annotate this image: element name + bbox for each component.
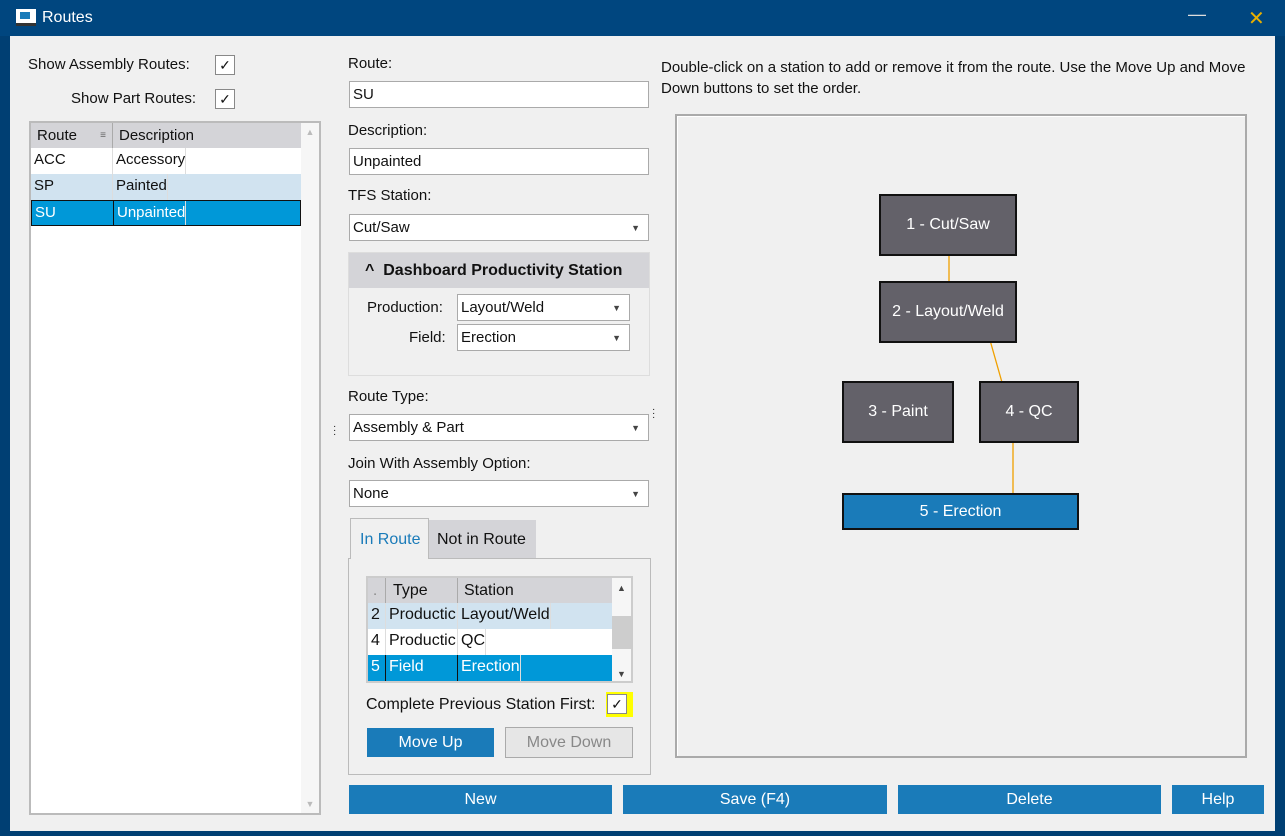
route-input[interactable]: SU [349,81,649,108]
route-cell: SU [32,201,114,225]
move-up-button[interactable]: Move Up [367,728,494,757]
route-type-select[interactable]: Assembly & Part ▼ [349,414,649,441]
minimize-button[interactable]: — [1188,4,1206,25]
app-icon [16,9,36,26]
window-title: Routes [42,9,93,26]
type-cell: Productic [386,603,458,629]
chevron-down-icon: ▼ [631,489,640,499]
show-part-label: Show Part Routes: [71,90,197,107]
save-button[interactable]: Save (F4) [623,785,887,814]
station-node-layout-weld[interactable]: 2 - Layout/Weld [879,281,1017,343]
splitter-handle-right[interactable]: · · · [652,405,655,423]
column-header-description[interactable]: Description [113,123,194,148]
type-cell: Productic [386,629,458,655]
complete-prev-checkbox[interactable]: ✓ [607,694,627,714]
description-cell: Unpainted [114,201,187,225]
description-input[interactable]: Unpainted [349,148,649,175]
chevron-up-icon: ^ [365,262,375,279]
sort-icon: ≡ [100,130,106,141]
route-diagram-canvas[interactable]: 1 - Cut/Saw 2 - Layout/Weld 3 - Paint 4 … [675,114,1247,758]
route-label: Route: [348,55,393,72]
table-row[interactable]: SP Painted [31,174,301,200]
show-assembly-label: Show Assembly Routes: [28,56,190,73]
move-down-button[interactable]: Move Down [505,727,633,758]
station-node-erection[interactable]: 5 - Erection [842,493,1079,530]
tfs-station-value: Cut/Saw [353,219,410,236]
column-header-type[interactable]: Type [386,578,458,603]
tfs-station-select[interactable]: Cut/Saw ▼ [349,214,649,241]
table-row-selected[interactable]: SU Unpainted [31,200,301,226]
description-cell: Painted [113,174,168,200]
station-cell: QC [458,629,486,655]
table-row[interactable]: 2 Productic Layout/Weld [368,603,612,629]
complete-prev-label: Complete Previous Station First: [366,696,596,713]
in-route-table: . Type Station 2 Productic Layout/Weld 4 Pr… [366,576,633,683]
station-node-qc[interactable]: 4 - QC [979,381,1079,443]
type-cell: Field [386,655,458,681]
tfs-station-label: TFS Station: [348,187,432,204]
routes-table: Route ≡ Description ACC Accessory SP Painte… [29,121,321,815]
route-cell: ACC [31,148,113,174]
order-cell: 2 [368,603,386,629]
table-row-selected[interactable]: 5 Field Erection [368,655,612,681]
order-cell: 5 [368,655,386,681]
field-select[interactable]: Erection ▼ [457,324,630,351]
routes-table-header: Route ≡ Description [31,123,301,148]
order-cell: 4 [368,629,386,655]
column-header-order[interactable]: . [368,578,386,603]
column-header-route[interactable]: Route ≡ [31,123,113,148]
chevron-down-icon: ▼ [631,223,640,233]
production-label: Production: [367,299,443,316]
production-value: Layout/Weld [461,299,545,316]
route-cell: SP [31,174,113,200]
close-button[interactable]: ✕ [1248,6,1265,31]
tab-not-in-route[interactable]: Not in Route [429,520,536,558]
station-node-paint[interactable]: 3 - Paint [842,381,954,443]
route-type-value: Assembly & Part [353,419,464,436]
description-label: Description: [348,122,428,139]
dashboard-title: Dashboard Productivity Station [383,262,623,279]
show-assembly-checkbox[interactable]: ✓ [215,55,235,75]
production-select[interactable]: Layout/Weld ▼ [457,294,630,321]
field-value: Erection [461,329,517,346]
show-part-checkbox[interactable]: ✓ [215,89,235,109]
delete-button[interactable]: Delete [898,785,1161,814]
title-bar: Routes — ✕ [0,0,1285,36]
table-row[interactable]: 4 Productic QC [368,629,612,655]
tab-in-route[interactable]: In Route [350,518,429,559]
route-header-label: Route [37,127,78,144]
chevron-down-icon: ▼ [631,423,640,433]
chevron-down-icon: ▼ [612,333,621,343]
dashboard-panel-header[interactable]: ^ Dashboard Productivity Station [349,253,649,288]
help-button[interactable]: Help [1172,785,1264,814]
join-assembly-select[interactable]: None ▼ [349,480,649,507]
join-assembly-label: Join With Assembly Option: [348,455,531,472]
description-cell: Accessory [113,148,187,174]
vertical-scrollbar[interactable]: ▲ ▼ [301,123,319,813]
station-cell: Erection [458,655,521,681]
station-node-cut-saw[interactable]: 1 - Cut/Saw [879,194,1017,256]
field-label: Field: [409,329,446,346]
join-assembly-value: None [353,485,389,502]
new-button[interactable]: New [349,785,612,814]
station-cell: Layout/Weld [458,603,551,629]
splitter-handle-left[interactable]: · · · [333,422,336,440]
in-route-table-header: . Type Station [368,578,612,603]
table-row[interactable]: ACC Accessory [31,148,301,174]
vertical-scrollbar[interactable]: ▲ ▼ [612,578,631,681]
instructions-text: Double-click on a station to add or remo… [661,59,1246,97]
chevron-down-icon: ▼ [612,303,621,313]
route-type-label: Route Type: [348,388,429,405]
column-header-station[interactable]: Station [458,578,514,603]
